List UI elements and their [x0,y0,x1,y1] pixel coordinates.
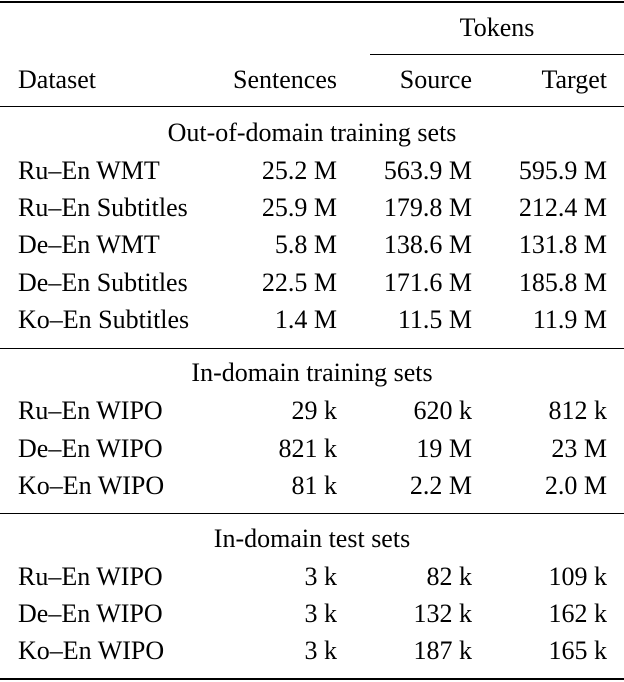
header-rule [0,106,624,107]
cell-dataset: Ko–En Subtitles [18,305,190,334]
column-header-sentences: Sentences [233,65,337,94]
bottom-rule [0,678,624,680]
cell-sentences: 1.4 M [274,305,337,334]
section-title-in-domain-training: In-domain training sets [191,358,433,387]
top-rule [0,1,624,3]
section-title-out-of-domain-training: Out-of-domain training sets [167,118,457,147]
cell-target-tokens: 165 k [548,636,608,665]
cell-source-tokens: 620 k [413,396,473,425]
section-title-in-domain-test: In-domain test sets [213,524,411,553]
column-header-source: Source [399,65,472,94]
cell-dataset: Ko–En WIPO [18,636,165,665]
cell-source-tokens: 138.6 M [383,230,472,259]
cell-source-tokens: 187 k [413,636,473,665]
cell-dataset: Ru–En Subtitles [18,193,188,222]
cell-source-tokens: 19 M [416,434,472,463]
cell-target-tokens: 2.0 M [544,471,607,500]
tokens-cmidrule [370,54,624,55]
cell-dataset: Ru–En WIPO [18,562,163,591]
cell-target-tokens: 185.8 M [518,268,607,297]
cell-target-tokens: 812 k [548,396,608,425]
cell-sentences: 29 k [291,396,338,425]
cell-sentences: 25.2 M [261,156,337,185]
cell-source-tokens: 2.2 M [409,471,472,500]
cell-dataset: De–En WMT [18,230,160,259]
column-header-target: Target [541,65,607,94]
section-rule [0,513,624,514]
cell-target-tokens: 212.4 M [518,193,607,222]
cell-sentences: 22.5 M [261,268,337,297]
cell-sentences: 3 k [304,636,338,665]
cell-target-tokens: 11.9 M [532,305,607,334]
cell-source-tokens: 11.5 M [397,305,472,334]
cell-target-tokens: 109 k [548,562,608,591]
cell-target-tokens: 23 M [551,434,607,463]
cell-sentences: 3 k [304,599,338,628]
cell-sentences: 81 k [291,471,338,500]
cell-source-tokens: 132 k [413,599,473,628]
cell-dataset: Ru–En WMT [18,156,160,185]
cell-sentences: 821 k [278,434,338,463]
cell-dataset: De–En Subtitles [18,268,188,297]
cell-dataset: Ko–En WIPO [18,471,165,500]
cell-source-tokens: 179.8 M [383,193,472,222]
cell-dataset: De–En WIPO [18,599,163,628]
cell-sentences: 5.8 M [274,230,337,259]
cell-target-tokens: 131.8 M [518,230,607,259]
cell-dataset: De–En WIPO [18,434,163,463]
column-header-dataset: Dataset [18,65,96,94]
cell-sentences: 3 k [304,562,338,591]
cell-sentences: 25.9 M [261,193,337,222]
cell-source-tokens: 563.9 M [383,156,472,185]
section-rule [0,348,624,349]
tokens-group-header: Tokens [459,13,535,42]
cell-dataset: Ru–En WIPO [18,396,163,425]
cell-source-tokens: 82 k [426,562,473,591]
cell-source-tokens: 171.6 M [383,268,472,297]
cell-target-tokens: 595.9 M [518,156,607,185]
cell-target-tokens: 162 k [548,599,608,628]
